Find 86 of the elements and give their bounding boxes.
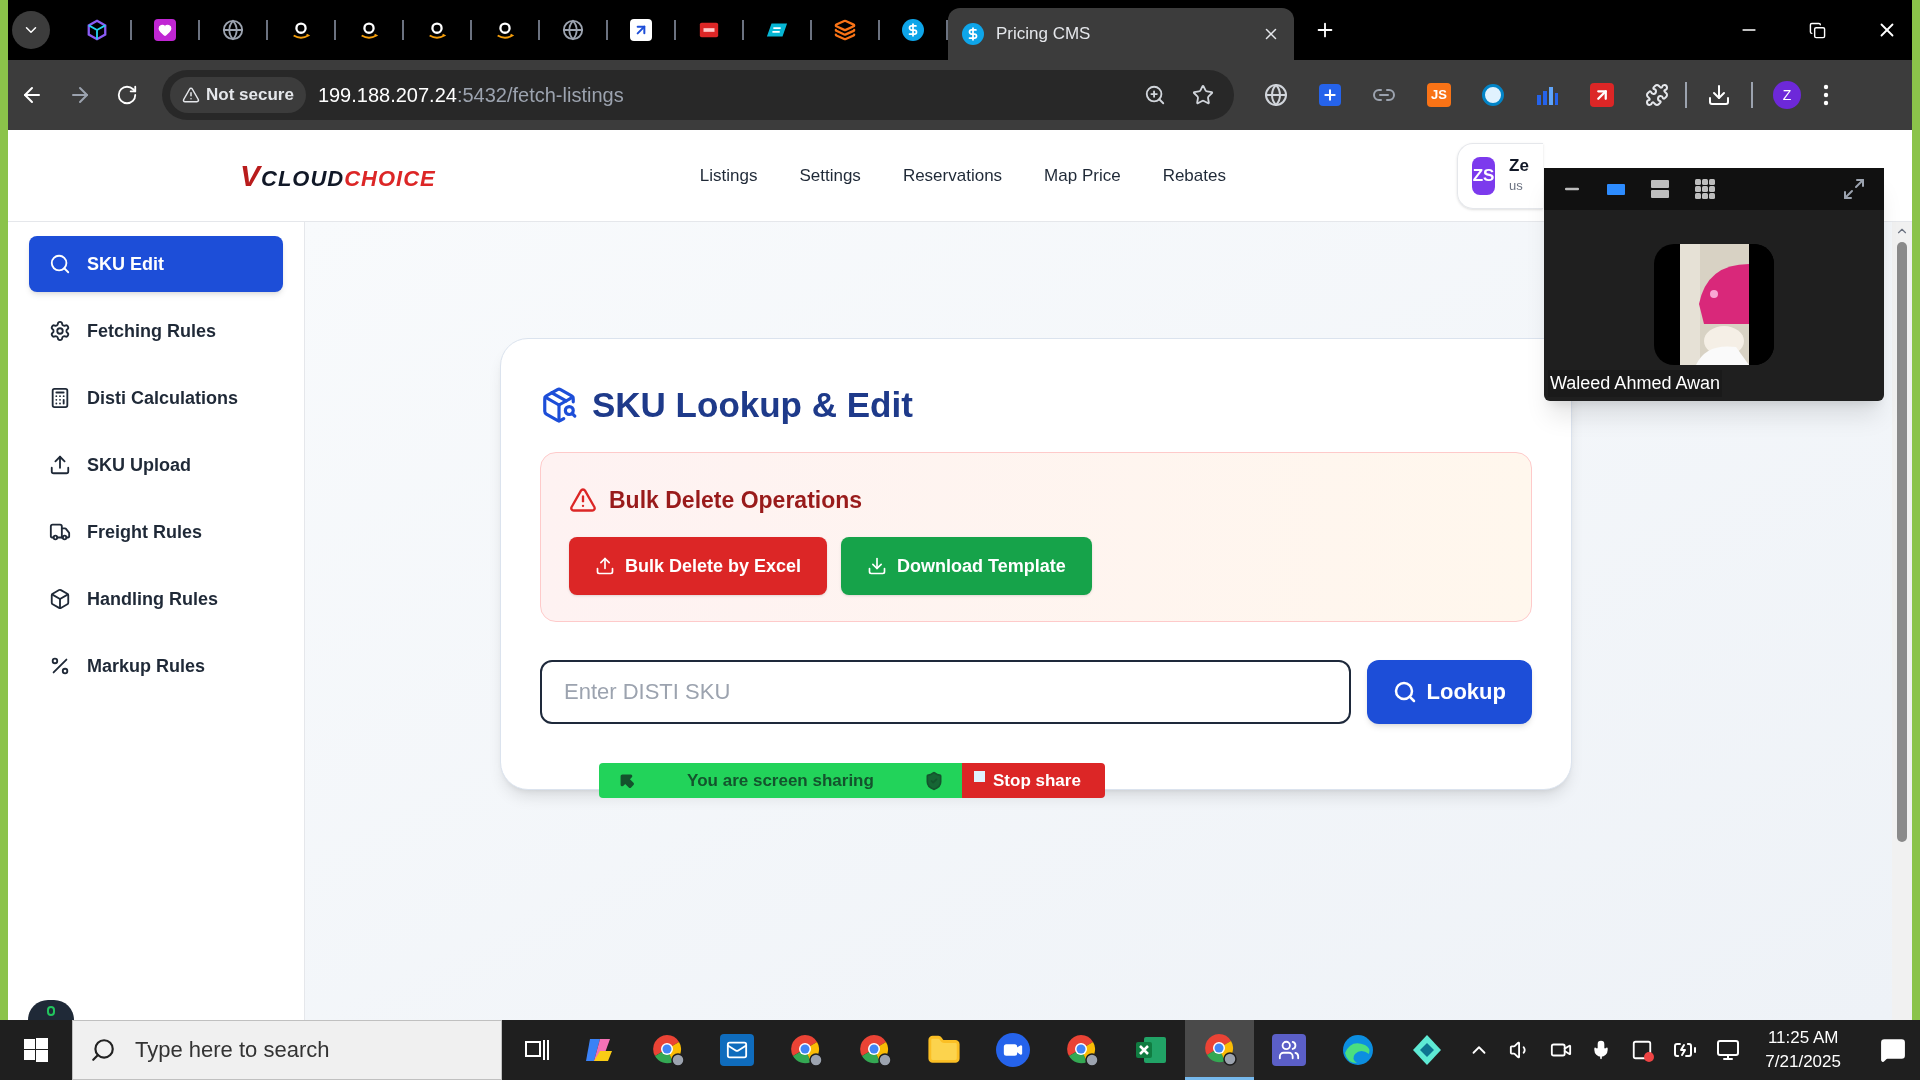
more-icon[interactable]	[1823, 84, 1829, 106]
dollar-icon	[902, 19, 924, 41]
nav-link[interactable]: Settings	[799, 162, 861, 189]
user-role: us	[1509, 176, 1524, 195]
tricolor-circle-icon	[788, 1033, 823, 1067]
task-view-icon[interactable]	[524, 1037, 552, 1063]
nav-link[interactable]: Reservations	[902, 162, 1003, 189]
box-icon	[49, 588, 71, 610]
people-icon	[1271, 1034, 1306, 1066]
taskbar-search-field[interactable]: Type here to search	[72, 1020, 502, 1080]
layers-icon	[834, 19, 856, 41]
address-bar[interactable]: Not secure 199.188.207.24:5432/fetch-listings	[162, 70, 1234, 120]
sidebar-item[interactable]: Fetching Rules	[29, 303, 283, 359]
settings-icon	[49, 320, 71, 342]
speaker-view-icon[interactable]	[1606, 181, 1626, 197]
zoom-icon[interactable]	[1144, 84, 1166, 106]
tricolor-circle-icon	[650, 1033, 685, 1067]
grid-view-icon[interactable]	[1694, 178, 1716, 200]
network-icon[interactable]	[1716, 1038, 1741, 1062]
screen-share-icon[interactable]	[1630, 1038, 1655, 1062]
windows-start-icon[interactable]	[24, 1038, 48, 1062]
expand-icon[interactable]	[1842, 177, 1866, 201]
dollar-icon	[962, 23, 984, 45]
video-camera-icon	[995, 1033, 1030, 1067]
card-title: SKU Lookup & Edit	[592, 384, 913, 426]
browser-tab[interactable]: Pricing CMS	[948, 8, 1294, 60]
lookup-button[interactable]: Lookup	[1366, 659, 1532, 724]
sidebar-item[interactable]: SKU Upload	[29, 437, 283, 493]
percent-icon	[49, 655, 71, 677]
profile-avatar[interactable]: Z	[1773, 81, 1801, 109]
stop-share-button[interactable]: Stop share	[962, 763, 1105, 798]
mail-icon	[719, 1034, 754, 1066]
upload-icon	[595, 556, 615, 576]
strip-view-icon[interactable]	[1650, 179, 1670, 199]
sidebar-item[interactable]: Markup Rules	[29, 638, 283, 694]
globe-icon	[562, 19, 584, 41]
upload-icon	[49, 454, 71, 476]
plus-icon[interactable]	[1319, 84, 1341, 106]
download-icon[interactable]	[1707, 83, 1731, 107]
shield-check-icon	[924, 770, 944, 791]
calculator-icon	[49, 387, 71, 409]
globe-icon[interactable]	[1264, 83, 1288, 107]
scrollbar[interactable]	[1892, 222, 1912, 1020]
sidebar-item[interactable]: Freight Rules	[29, 504, 283, 560]
reload-icon[interactable]	[116, 84, 138, 106]
logo-text: CLOUD	[261, 165, 345, 193]
nav-link[interactable]: Map Price	[1044, 162, 1121, 189]
participant-name: Waleed Ahmed Awan	[1548, 370, 1723, 397]
security-chip[interactable]: Not secure	[170, 77, 306, 113]
clock-date[interactable]: 7/21/2025	[1765, 1050, 1841, 1074]
sku-input-field[interactable]: Enter DISTI SKU	[540, 659, 1351, 724]
search-icon	[90, 1037, 116, 1063]
tricolor-circle-icon	[1064, 1033, 1099, 1067]
tab-title: Pricing CMS	[996, 23, 1092, 46]
sidebar-item[interactable]: SKU Edit	[29, 236, 283, 292]
bulk-delete-button[interactable]: Bulk Delete by Excel	[569, 537, 828, 595]
truck-icon	[49, 521, 71, 543]
restore-icon[interactable]	[1809, 21, 1826, 39]
package-search-icon	[540, 386, 578, 425]
tab-search-button[interactable]	[12, 11, 50, 49]
logo[interactable]: VCLOUDCHOICE	[240, 153, 436, 198]
tricolor-circle-icon	[1202, 1031, 1237, 1066]
sidebar-item[interactable]: Handling Rules	[29, 571, 283, 627]
nav-link[interactable]: Listings	[699, 162, 758, 189]
logo-text: CHOICE	[344, 165, 436, 193]
puzzle-icon[interactable]	[1645, 83, 1669, 107]
notification-icon[interactable]	[1880, 1037, 1906, 1063]
wave-icon	[1340, 1033, 1375, 1067]
download-icon	[867, 556, 888, 576]
search-icon	[49, 253, 71, 275]
sharing-message: You are screen sharing	[686, 769, 875, 792]
clock-time[interactable]: 11:25 AM	[1767, 1026, 1839, 1050]
cube-icon	[86, 19, 108, 41]
nav-link[interactable]: Rebates	[1162, 162, 1226, 189]
logo-mark: V	[240, 158, 261, 194]
sidebar-item[interactable]: Disti Calculations	[29, 370, 283, 426]
tricolor-circle-icon	[857, 1033, 892, 1067]
warning-icon	[569, 485, 597, 514]
globe-icon	[222, 19, 244, 41]
user-avatar: ZS	[1471, 156, 1496, 195]
bookmark-star-icon[interactable]	[1192, 84, 1214, 106]
warning-icon	[182, 86, 200, 104]
user-name: Ze	[1509, 155, 1529, 176]
url-text: 199.188.207.24:5432/fetch-listings	[317, 83, 624, 108]
search-icon	[1392, 679, 1417, 704]
panel-title: Bulk Delete Operations	[609, 485, 863, 515]
